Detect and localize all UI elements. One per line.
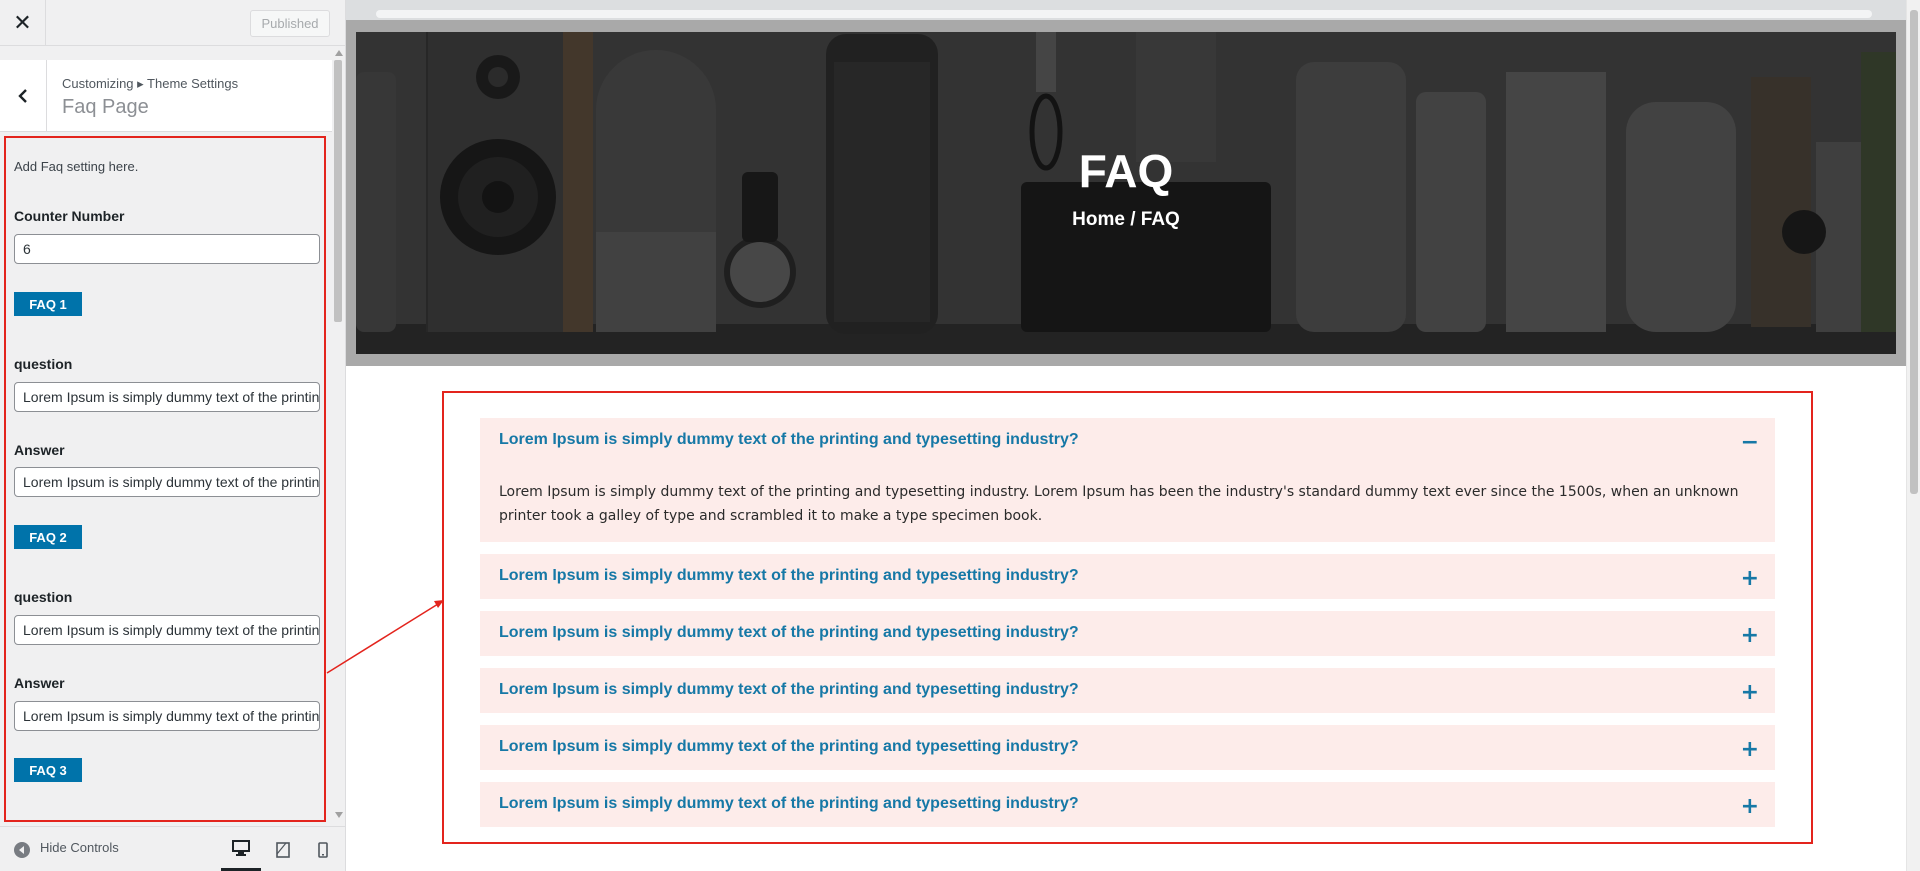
chevron-left-icon bbox=[18, 89, 27, 103]
mobile-preview-button[interactable] bbox=[303, 827, 343, 871]
counter-number-label: Counter Number bbox=[14, 208, 125, 224]
faq-question-1[interactable]: Lorem Ipsum is simply dummy text of the … bbox=[499, 431, 1079, 449]
published-button[interactable]: Published bbox=[250, 10, 330, 37]
tablet-icon bbox=[276, 841, 290, 858]
hero-breadcrumb[interactable]: Home / FAQ bbox=[356, 209, 1896, 231]
faq-2-answer-input[interactable]: Lorem Ipsum is simply dummy text of the … bbox=[14, 701, 320, 731]
faq-item-1[interactable]: Lorem Ipsum is simply dummy text of the … bbox=[480, 418, 1775, 542]
faq-question-5[interactable]: Lorem Ipsum is simply dummy text of the … bbox=[499, 738, 1079, 756]
faq-2-answer-label: Answer bbox=[14, 675, 65, 691]
faq-answer-1: Lorem Ipsum is simply dummy text of the … bbox=[499, 484, 1739, 524]
faq-question-3[interactable]: Lorem Ipsum is simply dummy text of the … bbox=[499, 624, 1079, 642]
faq-controls-panel: Add Faq setting here. Counter Number 6 F… bbox=[4, 136, 326, 822]
faq-item-5[interactable]: Lorem Ipsum is simply dummy text of the … bbox=[480, 725, 1775, 770]
faq-item-4[interactable]: Lorem Ipsum is simply dummy text of the … bbox=[480, 668, 1775, 713]
preview-urlbar bbox=[376, 10, 1872, 18]
preview-scrollbar-thumb[interactable] bbox=[1910, 10, 1918, 494]
faq-item-6[interactable]: Lorem Ipsum is simply dummy text of the … bbox=[480, 782, 1775, 827]
faq-question-6[interactable]: Lorem Ipsum is simply dummy text of the … bbox=[499, 795, 1079, 813]
faq-3-heading: FAQ 3 bbox=[14, 758, 82, 782]
back-button[interactable] bbox=[0, 60, 47, 132]
counter-number-input[interactable]: 6 bbox=[14, 234, 320, 264]
section-header: Customizing ▸ Theme Settings Faq Page bbox=[0, 60, 332, 132]
preview-scrollbar[interactable] bbox=[1906, 0, 1920, 871]
faq-accordion: Lorem Ipsum is simply dummy text of the … bbox=[442, 391, 1813, 844]
desktop-icon bbox=[232, 839, 250, 856]
faq-2-heading: FAQ 2 bbox=[14, 525, 82, 549]
faq-question-2[interactable]: Lorem Ipsum is simply dummy text of the … bbox=[499, 567, 1079, 585]
tablet-preview-button[interactable] bbox=[263, 827, 303, 871]
faq-1-question-label: question bbox=[14, 356, 73, 372]
faq-1-heading: FAQ 1 bbox=[14, 292, 82, 316]
section-description: Add Faq setting here. bbox=[14, 159, 139, 174]
customizer-sidebar: ✕ Published Customizing ▸ Theme Settings… bbox=[0, 0, 346, 871]
collapse-icon[interactable]: − bbox=[1741, 430, 1759, 455]
close-customizer-button[interactable]: ✕ bbox=[0, 0, 46, 46]
desktop-preview-button[interactable] bbox=[221, 827, 261, 871]
customizer-footer: Hide Controls bbox=[0, 826, 345, 871]
scrollbar-thumb[interactable] bbox=[334, 60, 342, 322]
page-title: Faq Page bbox=[62, 96, 149, 118]
expand-icon[interactable]: + bbox=[1741, 680, 1759, 705]
faq-2-question-input[interactable]: Lorem Ipsum is simply dummy text of the … bbox=[14, 615, 320, 645]
faq-question-4[interactable]: Lorem Ipsum is simply dummy text of the … bbox=[499, 681, 1079, 699]
faq-item-3[interactable]: Lorem Ipsum is simply dummy text of the … bbox=[480, 611, 1775, 656]
hide-controls-icon[interactable] bbox=[14, 842, 30, 858]
mobile-icon bbox=[318, 841, 328, 858]
scroll-down-icon[interactable] bbox=[335, 812, 343, 818]
expand-icon[interactable]: + bbox=[1741, 794, 1759, 819]
hero-banner-frame: FAQ Home / FAQ bbox=[346, 20, 1906, 366]
sidebar-scrollbar[interactable] bbox=[332, 46, 345, 826]
hide-controls-button[interactable]: Hide Controls bbox=[40, 840, 119, 855]
faq-item-2[interactable]: Lorem Ipsum is simply dummy text of the … bbox=[480, 554, 1775, 599]
breadcrumb: Customizing ▸ Theme Settings bbox=[62, 76, 239, 91]
scroll-up-icon[interactable] bbox=[335, 50, 343, 56]
site-preview: FAQ Home / FAQ Lorem Ipsum is simply dum… bbox=[346, 0, 1906, 871]
expand-icon[interactable]: + bbox=[1741, 566, 1759, 591]
hero-banner: FAQ Home / FAQ bbox=[356, 32, 1896, 354]
faq-2-question-label: question bbox=[14, 589, 73, 605]
faq-1-question-input[interactable]: Lorem Ipsum is simply dummy text of the … bbox=[14, 382, 320, 412]
expand-icon[interactable]: + bbox=[1741, 623, 1759, 648]
customizer-topbar: ✕ Published bbox=[0, 0, 345, 46]
hero-title: FAQ bbox=[1078, 145, 1174, 197]
faq-1-answer-input[interactable]: Lorem Ipsum is simply dummy text of the … bbox=[14, 467, 320, 497]
faq-1-answer-label: Answer bbox=[14, 442, 65, 458]
preview-topstrip bbox=[346, 0, 1906, 20]
expand-icon[interactable]: + bbox=[1741, 737, 1759, 762]
